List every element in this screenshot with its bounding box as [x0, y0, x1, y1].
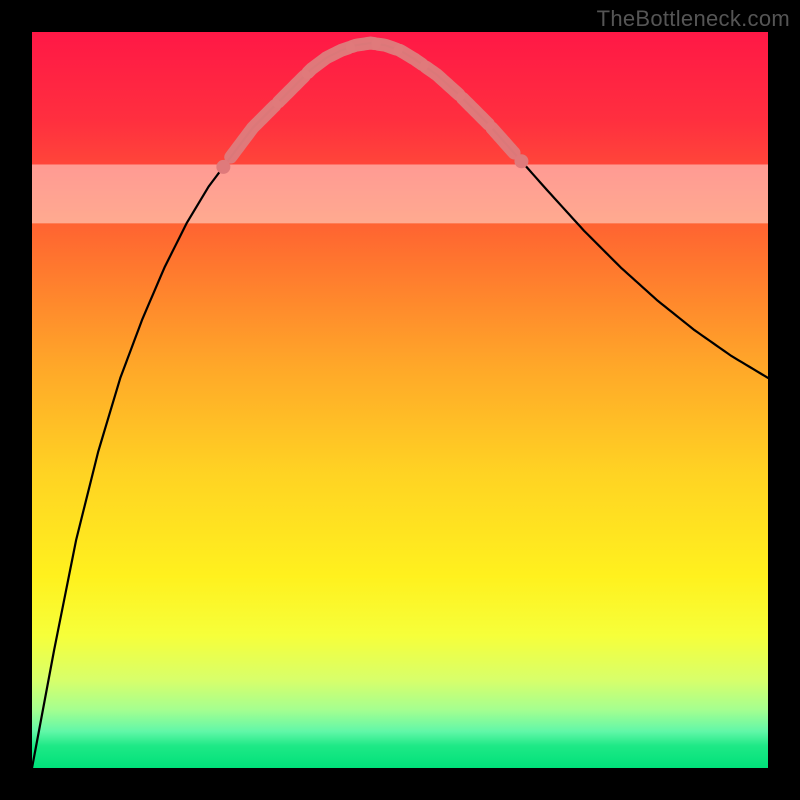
- chart-svg: [32, 32, 768, 768]
- chart-frame: TheBottleneck.com: [0, 0, 800, 800]
- watermark-text: TheBottleneck.com: [597, 6, 790, 32]
- plot-area: [32, 32, 768, 768]
